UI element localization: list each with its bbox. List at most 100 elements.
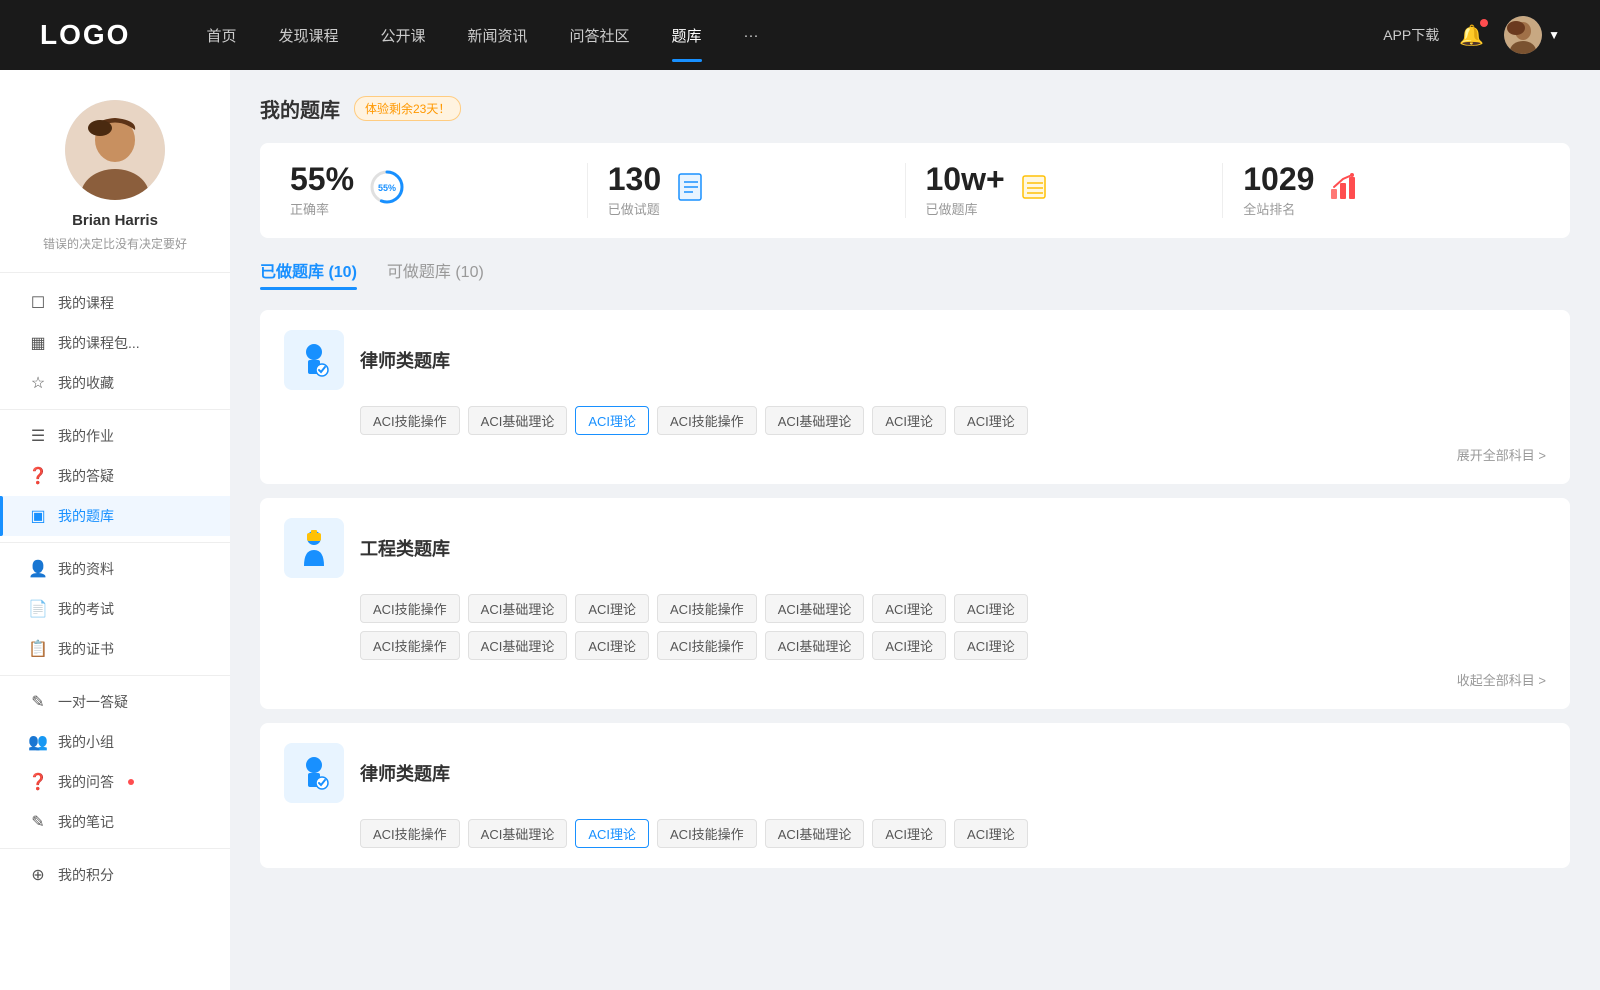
tab-bar: 已做题库 (10) 可做题库 (10)	[260, 258, 1570, 290]
tag-2-7[interactable]: ACI技能操作	[360, 631, 460, 660]
my-qa-icon: ❓	[28, 772, 48, 792]
tag-2-5[interactable]: ACI理论	[872, 594, 946, 623]
bank-card-header-1: 律师类题库	[284, 330, 1546, 390]
exam-icon: 📄	[28, 599, 48, 619]
tag-2-8[interactable]: ACI基础理论	[468, 631, 568, 660]
sidebar-item-my-qa[interactable]: ❓ 我的问答	[0, 762, 230, 802]
sidebar-item-exam[interactable]: 📄 我的考试	[0, 589, 230, 629]
tab-done-banks[interactable]: 已做题库 (10)	[260, 258, 357, 290]
tag-1-2[interactable]: ACI理论	[575, 406, 649, 435]
tag-2-4[interactable]: ACI基础理论	[765, 594, 865, 623]
tag-3-6[interactable]: ACI理论	[954, 819, 1028, 848]
logo[interactable]: LOGO	[40, 19, 130, 51]
tag-2-13[interactable]: ACI理论	[954, 631, 1028, 660]
sidebar-item-favorites[interactable]: ☆ 我的收藏	[0, 363, 230, 403]
bank-icon-lawyer-1	[284, 330, 344, 390]
divider-4	[0, 848, 230, 849]
notification-bell[interactable]: 🔔	[1459, 23, 1484, 48]
sidebar-item-certificate[interactable]: 📋 我的证书	[0, 629, 230, 669]
stats-bar: 55% 正确率 55% 130 已做试题	[260, 143, 1570, 238]
bank-footer-2: 收起全部科目 >	[284, 660, 1546, 689]
bank-card-lawyer-2: 律师类题库 ACI技能操作 ACI基础理论 ACI理论 ACI技能操作 ACI基…	[260, 723, 1570, 868]
sidebar-item-profile[interactable]: 👤 我的资料	[0, 549, 230, 589]
tag-3-3[interactable]: ACI技能操作	[657, 819, 757, 848]
done-questions-number: 130	[608, 163, 661, 195]
nav-more[interactable]: ···	[728, 19, 775, 52]
stat-done-banks: 10w+ 已做题库	[906, 163, 1224, 218]
tag-3-1[interactable]: ACI基础理论	[468, 819, 568, 848]
ranking-number: 1029	[1243, 163, 1314, 195]
tag-1-4[interactable]: ACI基础理论	[765, 406, 865, 435]
profile-motto: 错误的决定比没有决定要好	[20, 235, 210, 252]
content-area: 我的题库 体验剩余23天！ 55% 正确率 55%	[230, 70, 1600, 990]
accuracy-icon: 55%	[368, 168, 406, 213]
nav-menu: 首页 发现课程 公开课 新闻资讯 问答社区 题库 ···	[190, 17, 1383, 54]
tag-2-1[interactable]: ACI基础理论	[468, 594, 568, 623]
nav-news[interactable]: 新闻资讯	[452, 17, 544, 54]
tag-2-6[interactable]: ACI理论	[954, 594, 1028, 623]
page-header: 我的题库 体验剩余23天！	[260, 94, 1570, 123]
sidebar-item-question-bank[interactable]: ▣ 我的题库	[0, 496, 230, 536]
tag-2-10[interactable]: ACI技能操作	[657, 631, 757, 660]
collapse-btn-2[interactable]: 收起全部科目 >	[1457, 670, 1546, 689]
courses-icon: ☐	[28, 293, 48, 313]
bank-name-1: 律师类题库	[360, 347, 450, 373]
tag-2-9[interactable]: ACI理论	[575, 631, 649, 660]
svg-text:55%: 55%	[378, 183, 396, 193]
tag-2-3[interactable]: ACI技能操作	[657, 594, 757, 623]
nav-qa[interactable]: 问答社区	[554, 17, 646, 54]
app-download-btn[interactable]: APP下载	[1383, 25, 1439, 45]
done-banks-icon	[1019, 171, 1051, 210]
profile-name: Brian Harris	[20, 212, 210, 229]
tag-2-11[interactable]: ACI基础理论	[765, 631, 865, 660]
sidebar-menu: ☐ 我的课程 ▦ 我的课程包... ☆ 我的收藏 ☰ 我的作业 ❓ 我的答疑 ▣	[0, 273, 230, 905]
user-avatar-area[interactable]: ▼	[1504, 16, 1560, 54]
sidebar-item-my-courses[interactable]: ☐ 我的课程	[0, 283, 230, 323]
sidebar-item-notes[interactable]: ✎ 我的笔记	[0, 802, 230, 842]
chevron-down-icon: ▼	[1548, 28, 1560, 42]
nav-discover[interactable]: 发现课程	[262, 17, 354, 54]
tag-3-2[interactable]: ACI理论	[575, 819, 649, 848]
sidebar-profile: Brian Harris 错误的决定比没有决定要好	[0, 100, 230, 273]
tag-3-0[interactable]: ACI技能操作	[360, 819, 460, 848]
sidebar-item-groups[interactable]: 👥 我的小组	[0, 722, 230, 762]
done-banks-label: 已做题库	[926, 199, 1005, 218]
sidebar-item-qa[interactable]: ❓ 我的答疑	[0, 456, 230, 496]
tag-3-4[interactable]: ACI基础理论	[765, 819, 865, 848]
sidebar-item-course-packages[interactable]: ▦ 我的课程包...	[0, 323, 230, 363]
nav-home[interactable]: 首页	[190, 17, 252, 54]
nav-question-bank[interactable]: 题库	[656, 17, 718, 54]
trial-badge: 体验剩余23天！	[354, 96, 461, 121]
points-icon: ⊕	[28, 865, 48, 885]
avatar	[1504, 16, 1542, 54]
sidebar-item-homework[interactable]: ☰ 我的作业	[0, 416, 230, 456]
bank-icon-engineer	[284, 518, 344, 578]
tag-2-12[interactable]: ACI理论	[872, 631, 946, 660]
tab-available-banks[interactable]: 可做题库 (10)	[387, 258, 484, 290]
done-questions-label: 已做试题	[608, 199, 661, 218]
expand-btn-1[interactable]: 展开全部科目 >	[1457, 445, 1546, 464]
bank-card-lawyer-1: 律师类题库 ACI技能操作 ACI基础理论 ACI理论 ACI技能操作 ACI基…	[260, 310, 1570, 484]
bank-tags-1: ACI技能操作 ACI基础理论 ACI理论 ACI技能操作 ACI基础理论 AC…	[284, 406, 1546, 435]
main-layout: Brian Harris 错误的决定比没有决定要好 ☐ 我的课程 ▦ 我的课程包…	[0, 70, 1600, 990]
done-banks-number: 10w+	[926, 163, 1005, 195]
bank-footer-1: 展开全部科目 >	[284, 435, 1546, 464]
bank-card-header-3: 律师类题库	[284, 743, 1546, 803]
sidebar-item-one-on-one[interactable]: ✎ 一对一答疑	[0, 682, 230, 722]
tag-1-1[interactable]: ACI基础理论	[468, 406, 568, 435]
tag-1-3[interactable]: ACI技能操作	[657, 406, 757, 435]
question-bank-icon: ▣	[28, 506, 48, 526]
bank-name-2: 工程类题库	[360, 535, 450, 561]
tag-1-0[interactable]: ACI技能操作	[360, 406, 460, 435]
bank-card-header-2: 工程类题库	[284, 518, 1546, 578]
tag-3-5[interactable]: ACI理论	[872, 819, 946, 848]
tag-1-6[interactable]: ACI理论	[954, 406, 1028, 435]
tag-2-0[interactable]: ACI技能操作	[360, 594, 460, 623]
certificate-icon: 📋	[28, 639, 48, 659]
groups-icon: 👥	[28, 732, 48, 752]
nav-opencourse[interactable]: 公开课	[364, 17, 441, 54]
bank-card-engineer: 工程类题库 ACI技能操作 ACI基础理论 ACI理论 ACI技能操作 ACI基…	[260, 498, 1570, 709]
sidebar-item-points[interactable]: ⊕ 我的积分	[0, 855, 230, 895]
tag-2-2[interactable]: ACI理论	[575, 594, 649, 623]
tag-1-5[interactable]: ACI理论	[872, 406, 946, 435]
